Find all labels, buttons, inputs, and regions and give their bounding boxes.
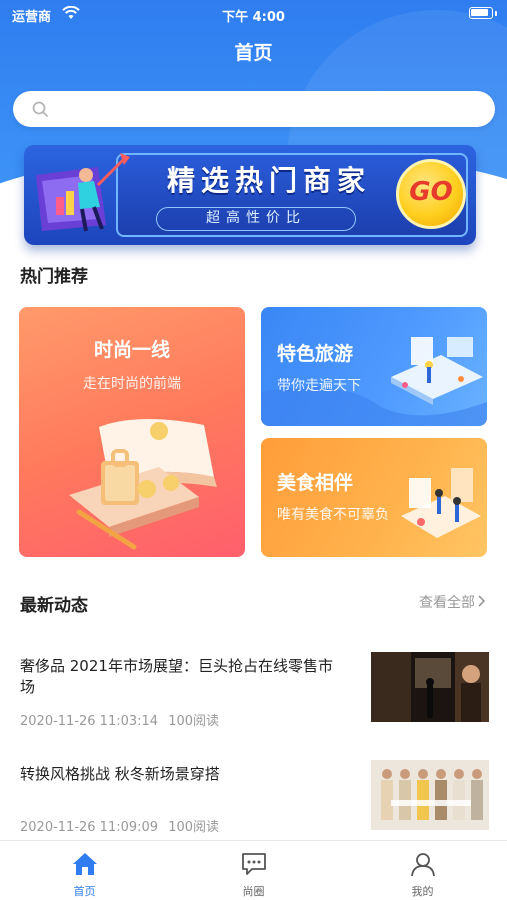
banner-title: 精选热门商家	[166, 164, 371, 197]
tab-label: 尚圈	[242, 885, 265, 898]
news-date: 2020-11-26 11:09:09	[20, 820, 159, 835]
news-reads: 100阅读	[168, 714, 220, 729]
news-date: 2020-11-26 11:03:14	[20, 714, 159, 729]
tab-label: 首页	[73, 885, 96, 898]
card-subtitle: 走在时尚的前端	[83, 376, 181, 392]
page-title: 首页	[234, 42, 273, 64]
card-food[interactable]: 美食相伴 唯有美食不可辜负	[261, 438, 487, 557]
card-title: 特色旅游	[277, 343, 354, 365]
news-title: 转换风格挑战 秋冬新场景穿搭	[20, 765, 220, 783]
tab-bar: 首页 尚圈 我的	[0, 840, 507, 900]
search-icon	[32, 101, 48, 117]
profile-icon	[411, 853, 435, 877]
home-icon	[73, 853, 97, 875]
tab-community[interactable]: 尚圈	[169, 841, 338, 900]
section-title-latest: 最新动态	[20, 596, 88, 616]
card-travel[interactable]: 特色旅游 带你走遍天下	[261, 307, 487, 426]
see-all-link[interactable]: 查看全部	[419, 592, 475, 612]
banner-illustration	[36, 153, 130, 232]
card-fashion[interactable]: 时尚一线 走在时尚的前端	[19, 307, 245, 557]
chat-icon	[242, 853, 266, 875]
news-meta: 2020-11-26 11:09:09 100阅读	[20, 816, 219, 835]
food-illustration	[401, 468, 481, 538]
tab-home[interactable]: 首页	[0, 841, 169, 900]
section-title-hot: 热门推荐	[20, 267, 88, 287]
news-title: 奢侈品 2021年市场展望：巨头抢占在线零售市场	[20, 657, 333, 696]
news-thumbnail	[371, 652, 489, 722]
tab-label: 我的	[411, 885, 434, 898]
news-meta: 2020-11-26 11:03:14 100阅读	[20, 710, 219, 729]
news-item[interactable]: 奢侈品 2021年市场展望：巨头抢占在线零售市场 2020-11-26 11:0…	[20, 652, 490, 732]
card-subtitle: 带你走遍天下	[277, 378, 361, 394]
news-thumbnail	[371, 760, 489, 830]
news-item[interactable]: 转换风格挑战 秋冬新场景穿搭 2020-11-26 11:09:09 100阅读	[20, 760, 490, 835]
news-reads: 100阅读	[168, 820, 220, 835]
chevron-right-icon[interactable]	[477, 592, 487, 610]
tab-profile[interactable]: 我的	[338, 841, 507, 900]
card-subtitle: 唯有美食不可辜负	[277, 507, 389, 523]
status-bar: 运营商 下午 4:00	[0, 0, 507, 28]
banner-subtitle: 超高性价比	[156, 207, 356, 231]
fashion-illustration	[69, 418, 217, 550]
card-title: 美食相伴	[277, 472, 354, 494]
card-title: 时尚一线	[93, 339, 170, 361]
promo-banner[interactable]: 精选热门商家 超高性价比 GO	[24, 145, 476, 245]
battery-icon	[469, 7, 497, 19]
travel-illustration	[261, 337, 487, 426]
go-button[interactable]: GO	[396, 159, 466, 229]
clock: 下午 4:00	[222, 10, 285, 25]
search-input[interactable]	[13, 91, 495, 127]
